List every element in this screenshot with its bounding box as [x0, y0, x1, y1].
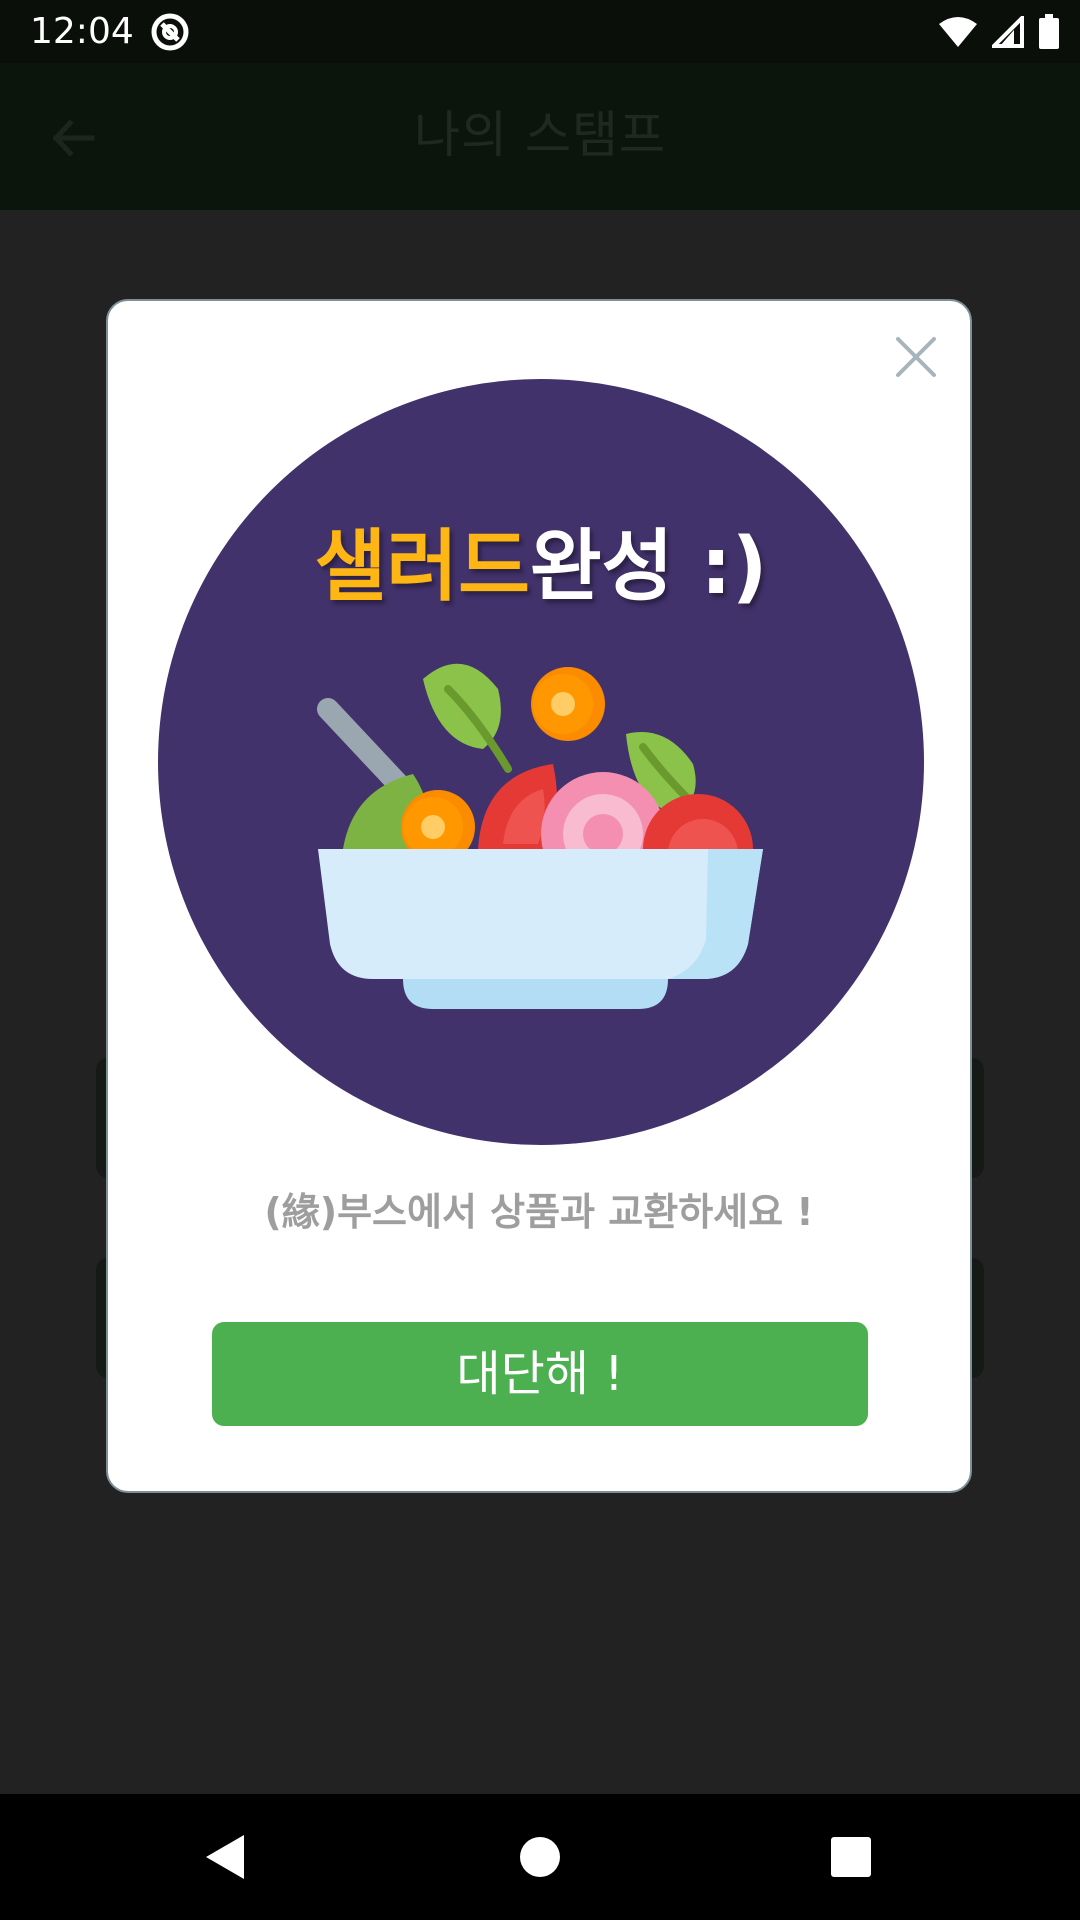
confirm-button[interactable]: 대단해 ! [212, 1322, 868, 1426]
salad-complete-badge: 샐러드완성 :) [158, 379, 924, 1145]
system-nav-bar [0, 1794, 1080, 1920]
salad-bowl-icon [317, 663, 763, 1009]
status-time: 12:04 [30, 11, 134, 52]
stamp-complete-dialog: 샐러드완성 :) (緣)부스에서 상품과 교환하세요 ! 대단해 ! [106, 299, 972, 1493]
back-triangle-icon[interactable] [196, 1827, 256, 1887]
status-icons [938, 12, 1060, 52]
home-circle-icon[interactable] [510, 1827, 570, 1887]
wifi-icon [939, 17, 977, 47]
app-bar: 나의 스탬프 [0, 63, 1080, 210]
cell-signal-icon [992, 16, 1024, 48]
dialog-message: (緣)부스에서 상품과 교환하세요 ! [264, 1190, 814, 1234]
battery-icon [1039, 14, 1059, 49]
close-icon[interactable] [886, 327, 946, 387]
page-title: 나의 스탬프 [414, 106, 666, 164]
status-bar: 12:04 [0, 0, 1080, 63]
at-sign-icon [151, 13, 189, 51]
recents-square-icon[interactable] [821, 1827, 881, 1887]
screen: 12:04 나의 스탬프 샐러드완성:) (緣)부스에서 상품과 교환하세요 … [0, 0, 1080, 1920]
